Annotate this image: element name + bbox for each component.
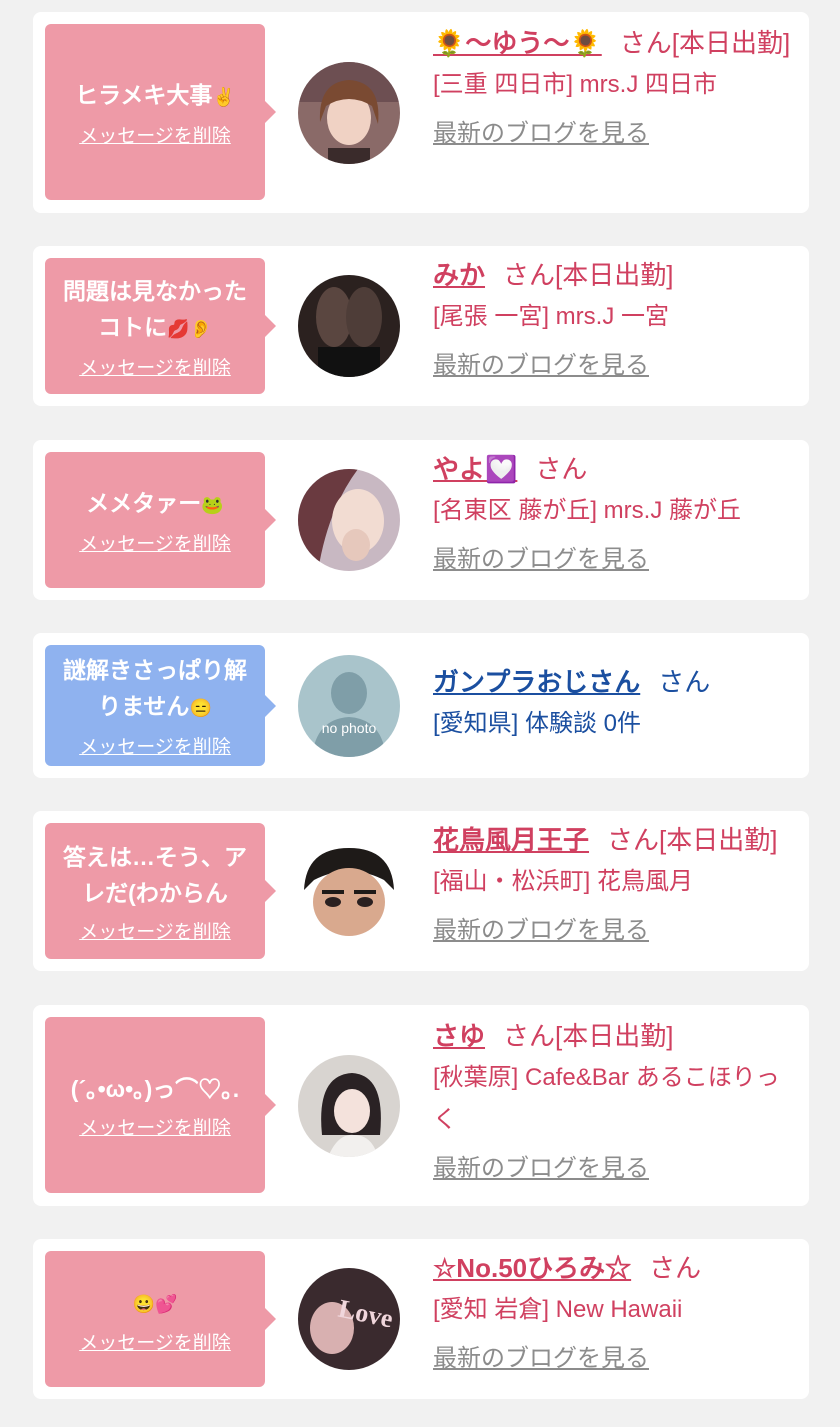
profile-info: 🌻〜ゆう〜🌻 さん[本日出勤] [三重 四日市] mrs.J 四日市 最新のブログ… <box>433 22 801 154</box>
message-text: 謎解きさっぱり解りません😑 <box>63 657 247 719</box>
message-card: 答えは…そう、アレだ(わからん メッセージを削除 花鳥風月王子 さん[本日出勤] … <box>33 811 809 971</box>
delete-message-link[interactable]: メッセージを削除 <box>79 917 231 944</box>
view-blog-link[interactable]: 最新のブログを見る <box>433 540 649 580</box>
message-card: ヒラメキ大事✌ メッセージを削除 🌻〜ゆう〜🌻 さん[本日出勤] [三重 四日市]… <box>33 12 809 213</box>
status-text: さん <box>535 454 588 484</box>
location-text: [名東区 藤が丘] mrs.J 藤が丘 <box>433 497 741 524</box>
message-card: メメタァー🐸 メッセージを削除 やよ💟 さん [名東区 藤が丘] mrs.J 藤が… <box>33 440 809 600</box>
location-text: [尾張 一宮] mrs.J 一宮 <box>433 303 669 330</box>
profile-name-link[interactable]: ガンプラおじさん <box>433 667 640 697</box>
profile-info: さゆ さん[本日出勤] [秋葉原] Cafe&Bar あるこほりっく 最新のブログ… <box>433 1015 801 1189</box>
location-text: [三重 四日市] mrs.J 四日市 <box>433 71 717 98</box>
message-bubble: (´｡•ω•｡)っ⌒♡｡. メッセージを削除 <box>45 1017 276 1193</box>
profile-info: みか さん[本日出勤] [尾張 一宮] mrs.J 一宮 最新のブログを見る <box>433 254 801 386</box>
woman-photo-avatar[interactable] <box>298 469 400 571</box>
status-text: さん[本日出勤] <box>607 825 778 855</box>
message-card: 謎解きさっぱり解りません😑 メッセージを削除 no photo ガンプラおじさん… <box>33 633 809 778</box>
message-text: (´｡•ω•｡)っ⌒♡｡. <box>70 1075 240 1102</box>
profile-info: やよ💟 さん [名東区 藤が丘] mrs.J 藤が丘 最新のブログを見る <box>433 448 801 580</box>
profile-info: 花鳥風月王子 さん[本日出勤] [福山・松浜町] 花鳥風月 最新のブログを見る <box>433 819 801 951</box>
no-photo-avatar[interactable]: no photo <box>298 655 400 757</box>
message-card: 😀💕 メッセージを削除 Love ☆No.50ひろみ☆ さん [愛知 岩倉] Ne… <box>33 1239 809 1399</box>
message-card: 問題は見なかったコトに💋👂 メッセージを削除 みか さん[本日出勤] [尾張 一宮… <box>33 246 809 406</box>
message-card: (´｡•ω•｡)っ⌒♡｡. メッセージを削除 さゆ さん[本日出勤] [秋葉原] … <box>33 1005 809 1206</box>
status-text: さん[本日出勤] <box>503 1021 674 1051</box>
delete-message-link[interactable]: メッセージを削除 <box>79 1113 231 1140</box>
message-bubble: 問題は見なかったコトに💋👂 メッセージを削除 <box>45 258 276 394</box>
status-text: さん[本日出勤] <box>619 28 791 58</box>
legs-photo-avatar[interactable] <box>298 275 400 377</box>
location-text: [福山・松浜町] 花鳥風月 <box>433 868 694 895</box>
delete-message-link[interactable]: メッセージを削除 <box>79 1328 231 1355</box>
message-text: ヒラメキ大事✌ <box>75 81 235 108</box>
no-photo-label: no photo <box>322 720 377 736</box>
profile-name-link[interactable]: 🌻〜ゆう〜🌻 <box>433 28 602 58</box>
location-text: [愛知 岩倉] New Hawaii <box>433 1296 683 1323</box>
message-text: 問題は見なかったコトに💋👂 <box>63 277 247 340</box>
woman-photo-avatar[interactable] <box>298 1055 400 1157</box>
delete-message-link[interactable]: メッセージを削除 <box>79 732 231 759</box>
profile-info: ☆No.50ひろみ☆ さん [愛知 岩倉] New Hawaii 最新のブログを見… <box>433 1247 801 1379</box>
message-bubble: ヒラメキ大事✌ メッセージを削除 <box>45 24 276 200</box>
profile-name-link[interactable]: やよ💟 <box>433 454 517 484</box>
message-text: メメタァー🐸 <box>86 489 224 516</box>
man-face-avatar[interactable] <box>298 840 400 942</box>
delete-message-link[interactable]: メッセージを削除 <box>79 353 231 380</box>
delete-message-link[interactable]: メッセージを削除 <box>79 529 231 556</box>
status-text: さん <box>649 1253 702 1283</box>
profile-info: ガンプラおじさん さん [愛知県] 体験談 0件 <box>433 661 801 745</box>
message-bubble: メメタァー🐸 メッセージを削除 <box>45 452 276 588</box>
message-bubble: 😀💕 メッセージを削除 <box>45 1251 276 1387</box>
view-blog-link[interactable]: 最新のブログを見る <box>433 346 649 386</box>
message-bubble: 答えは…そう、アレだ(わからん メッセージを削除 <box>45 823 276 959</box>
view-blog-link[interactable]: 最新のブログを見る <box>433 1149 649 1189</box>
status-text: さん[本日出勤] <box>503 260 674 290</box>
view-blog-link[interactable]: 最新のブログを見る <box>433 911 649 951</box>
love-photo-avatar[interactable]: Love <box>298 1268 400 1370</box>
profile-name-link[interactable]: さゆ <box>433 1021 485 1051</box>
message-bubble: 謎解きさっぱり解りません😑 メッセージを削除 <box>45 645 276 766</box>
profile-name-link[interactable]: 花鳥風月王子 <box>433 825 589 855</box>
location-text: [秋葉原] Cafe&Bar あるこほりっく <box>433 1064 780 1133</box>
message-text: 答えは…そう、アレだ(わからん <box>63 843 247 906</box>
status-text: さん <box>658 667 711 697</box>
woman-photo-avatar[interactable] <box>298 62 400 164</box>
location-text: [愛知県] 体験談 0件 <box>433 710 642 737</box>
profile-name-link[interactable]: ☆No.50ひろみ☆ <box>433 1253 631 1283</box>
profile-name-link[interactable]: みか <box>433 260 485 290</box>
message-text: 😀💕 <box>132 1293 178 1314</box>
view-blog-link[interactable]: 最新のブログを見る <box>433 1339 649 1379</box>
delete-message-link[interactable]: メッセージを削除 <box>79 121 231 148</box>
view-blog-link[interactable]: 最新のブログを見る <box>433 114 649 154</box>
